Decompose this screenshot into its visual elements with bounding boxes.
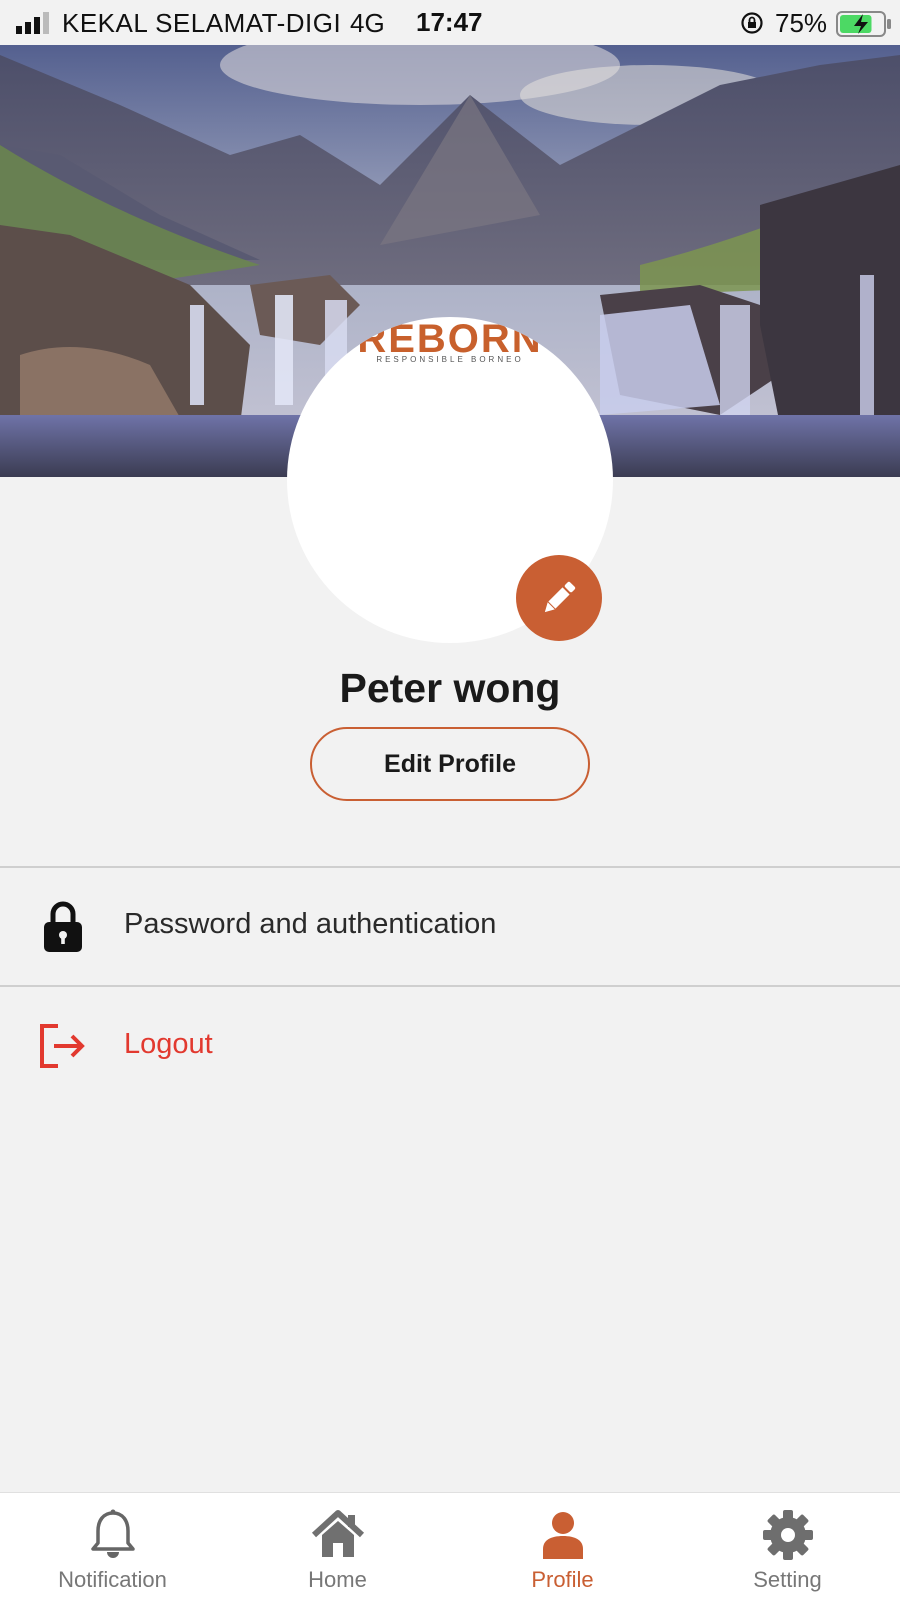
gear-icon [762,1510,813,1560]
tab-setting[interactable]: Setting [675,1493,900,1599]
menu-item-logout[interactable]: Logout [0,988,900,1104]
menu-item-label: Logout [124,1028,213,1060]
profile-name: Peter wong [339,665,561,711]
lock-icon [44,901,82,952]
tab-label: Setting [753,1567,822,1592]
logo-subtext: RESPONSIBLE BORNEO [376,355,524,364]
tab-home[interactable]: Home [225,1493,450,1599]
divider [0,985,900,987]
tab-notification[interactable]: Notification [0,1493,225,1599]
tab-label: Notification [58,1567,167,1592]
edit-avatar-button[interactable] [516,555,602,641]
tab-label: Home [308,1567,367,1592]
menu-item-password[interactable]: Password and authentication [0,868,900,984]
rotation-lock-icon [741,12,763,34]
menu-item-label: Password and authentication [124,908,497,940]
tab-profile[interactable]: Profile [450,1493,675,1599]
battery-charging-icon [836,11,891,37]
person-icon [542,1512,583,1559]
battery-percent: 75% [775,8,828,38]
edit-profile-button[interactable]: Edit Profile [310,727,590,801]
bell-icon [90,1509,135,1558]
tab-label: Profile [531,1567,594,1592]
avatar-logo: REBORN RESPONSIBLE BORNEO [287,317,613,364]
home-icon [311,1510,364,1557]
carrier-name: KEKAL SELAMAT-DIGI [62,8,342,38]
pencil-icon [544,581,576,613]
clock: 17:47 [416,7,483,37]
logout-icon [40,1024,85,1068]
network-type: 4G [350,8,385,38]
bottom-tab-bar: Notification Home Profile Setting [0,1492,900,1599]
signal-icon [16,12,49,34]
status-bar: KEKAL SELAMAT-DIGI 4G 17:47 75% [0,0,900,45]
